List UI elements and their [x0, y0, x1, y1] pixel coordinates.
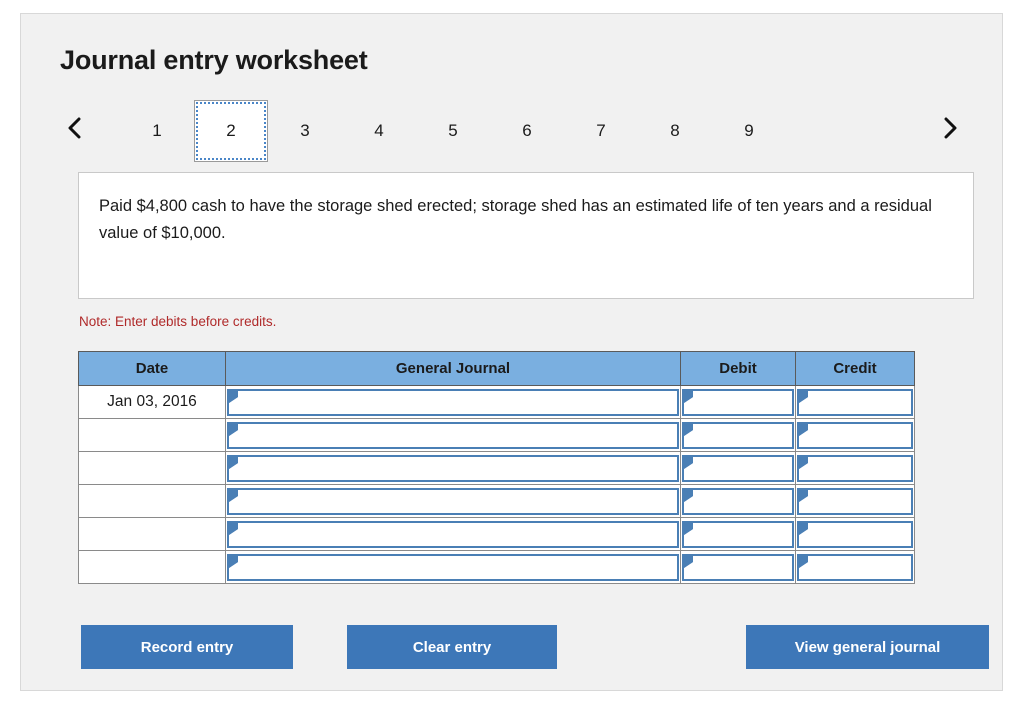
journal-credit-field-cell	[795, 451, 915, 485]
field-picker-triangle-icon[interactable]	[684, 489, 693, 502]
field-picker-triangle-icon[interactable]	[799, 555, 808, 568]
transaction-description-box: Paid $4,800 cash to have the storage she…	[78, 172, 974, 299]
journal-debit-field[interactable]	[682, 520, 794, 548]
column-header-date: Date	[78, 351, 226, 386]
field-picker-triangle-icon[interactable]	[229, 522, 238, 535]
journal-account-field-cell	[225, 550, 681, 584]
next-tab-button[interactable]	[935, 109, 965, 147]
journal-table-body: Jan 03, 2016	[78, 385, 915, 584]
journal-credit-field[interactable]	[797, 421, 913, 449]
journal-entry-table: Date General Journal Debit Credit Jan 03…	[78, 351, 915, 584]
field-picker-triangle-icon[interactable]	[229, 555, 238, 568]
field-picker-triangle-icon[interactable]	[229, 423, 238, 436]
view-general-journal-button[interactable]: View general journal	[746, 625, 989, 669]
journal-account-field[interactable]	[227, 553, 679, 581]
journal-debit-field[interactable]	[682, 487, 794, 515]
journal-credit-field[interactable]	[797, 553, 913, 581]
tab-5[interactable]: 5	[416, 100, 490, 162]
worksheet-card: Journal entry worksheet 123456789 Paid $…	[20, 13, 1003, 691]
field-picker-triangle-icon[interactable]	[229, 390, 238, 403]
tab-6[interactable]: 6	[490, 100, 564, 162]
journal-account-field-cell	[225, 517, 681, 551]
field-picker-triangle-icon[interactable]	[799, 390, 808, 403]
tab-4[interactable]: 4	[342, 100, 416, 162]
journal-account-field[interactable]	[227, 520, 679, 548]
journal-table-row	[78, 484, 915, 518]
journal-date-cell[interactable]	[78, 451, 226, 485]
journal-table-row: Jan 03, 2016	[78, 385, 915, 419]
journal-credit-field-cell	[795, 550, 915, 584]
journal-table-row	[78, 517, 915, 551]
journal-debit-field-cell	[680, 451, 796, 485]
field-picker-triangle-icon[interactable]	[684, 423, 693, 436]
journal-debit-field[interactable]	[682, 388, 794, 416]
journal-account-field[interactable]	[227, 454, 679, 482]
journal-account-field[interactable]	[227, 487, 679, 515]
journal-credit-field-cell	[795, 484, 915, 518]
field-picker-triangle-icon[interactable]	[799, 423, 808, 436]
tab-7[interactable]: 7	[564, 100, 638, 162]
field-picker-triangle-icon[interactable]	[229, 489, 238, 502]
journal-account-field[interactable]	[227, 388, 679, 416]
field-picker-triangle-icon[interactable]	[684, 390, 693, 403]
journal-credit-field[interactable]	[797, 454, 913, 482]
transaction-description-text: Paid $4,800 cash to have the storage she…	[99, 197, 932, 242]
journal-credit-field[interactable]	[797, 388, 913, 416]
journal-debit-field[interactable]	[682, 553, 794, 581]
field-picker-triangle-icon[interactable]	[684, 456, 693, 469]
journal-credit-field[interactable]	[797, 487, 913, 515]
journal-account-field[interactable]	[227, 421, 679, 449]
clear-entry-button[interactable]: Clear entry	[347, 625, 557, 669]
journal-date-cell[interactable]	[78, 517, 226, 551]
column-header-debit: Debit	[680, 351, 796, 386]
journal-debit-field-cell	[680, 484, 796, 518]
field-picker-triangle-icon[interactable]	[684, 555, 693, 568]
journal-debit-field-cell	[680, 385, 796, 419]
journal-debit-field-cell	[680, 517, 796, 551]
chevron-left-icon	[67, 116, 83, 140]
tab-3[interactable]: 3	[268, 100, 342, 162]
field-picker-triangle-icon[interactable]	[799, 522, 808, 535]
field-picker-triangle-icon[interactable]	[684, 522, 693, 535]
page-title: Journal entry worksheet	[60, 45, 368, 75]
tab-9[interactable]: 9	[712, 100, 786, 162]
field-picker-triangle-icon[interactable]	[229, 456, 238, 469]
journal-account-field-cell	[225, 418, 681, 452]
journal-debit-field-cell	[680, 418, 796, 452]
previous-tab-button[interactable]	[60, 109, 90, 147]
journal-credit-field-cell	[795, 418, 915, 452]
journal-debit-field[interactable]	[682, 421, 794, 449]
field-picker-triangle-icon[interactable]	[799, 489, 808, 502]
journal-table-row	[78, 418, 915, 452]
journal-debit-field-cell	[680, 550, 796, 584]
journal-date-cell[interactable]: Jan 03, 2016	[78, 385, 226, 419]
column-header-general-journal: General Journal	[225, 351, 681, 386]
journal-date-cell[interactable]	[78, 418, 226, 452]
debits-before-credits-note: Note: Enter debits before credits.	[79, 314, 277, 329]
column-header-credit: Credit	[795, 351, 915, 386]
tab-2[interactable]: 2	[194, 100, 268, 162]
journal-credit-field-cell	[795, 517, 915, 551]
journal-table-row	[78, 550, 915, 584]
journal-account-field-cell	[225, 385, 681, 419]
journal-date-cell[interactable]	[78, 550, 226, 584]
journal-account-field-cell	[225, 451, 681, 485]
journal-table-row	[78, 451, 915, 485]
chevron-right-icon	[942, 116, 958, 140]
journal-header-row: Date General Journal Debit Credit	[78, 351, 915, 386]
journal-account-field-cell	[225, 484, 681, 518]
journal-date-cell[interactable]	[78, 484, 226, 518]
record-entry-button[interactable]: Record entry	[81, 625, 293, 669]
journal-debit-field[interactable]	[682, 454, 794, 482]
tab-1[interactable]: 1	[120, 100, 194, 162]
journal-table-header: Date General Journal Debit Credit	[78, 351, 915, 386]
field-picker-triangle-icon[interactable]	[799, 456, 808, 469]
journal-credit-field-cell	[795, 385, 915, 419]
tab-8[interactable]: 8	[638, 100, 712, 162]
tab-strip: 123456789	[60, 100, 965, 162]
journal-credit-field[interactable]	[797, 520, 913, 548]
